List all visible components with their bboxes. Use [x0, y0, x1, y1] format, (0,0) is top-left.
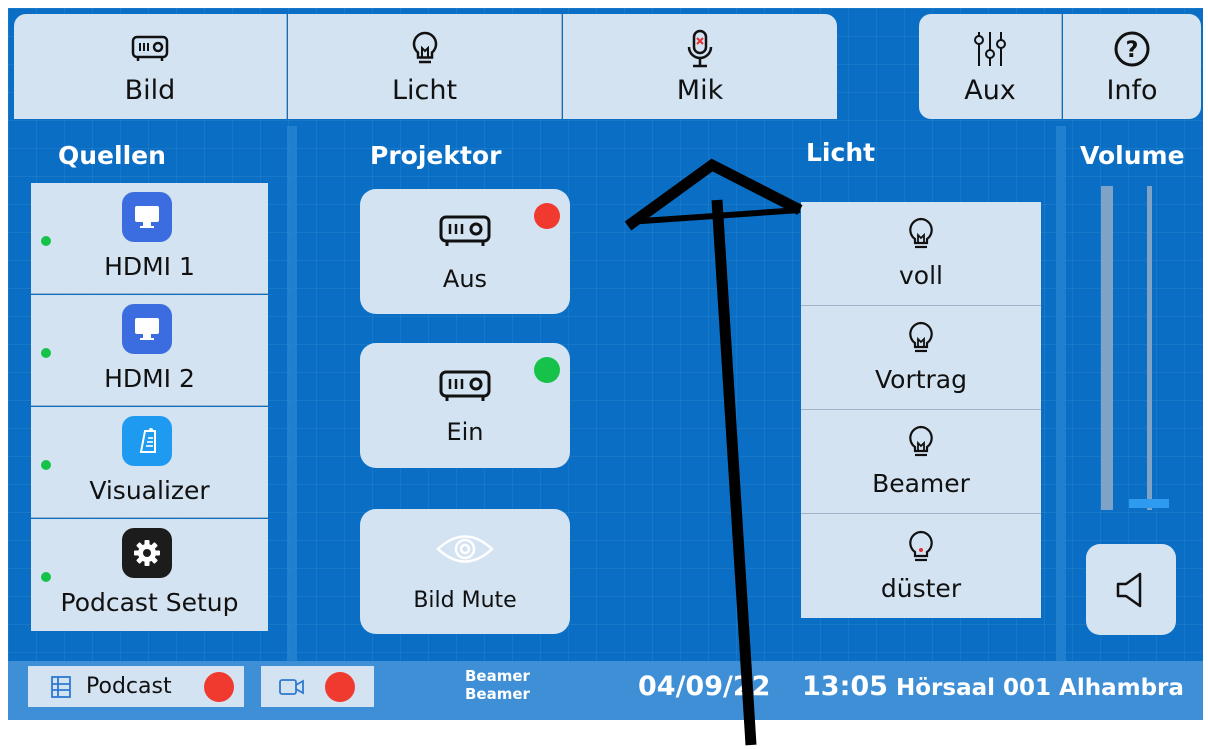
annotation-arrow: [624, 158, 803, 746]
